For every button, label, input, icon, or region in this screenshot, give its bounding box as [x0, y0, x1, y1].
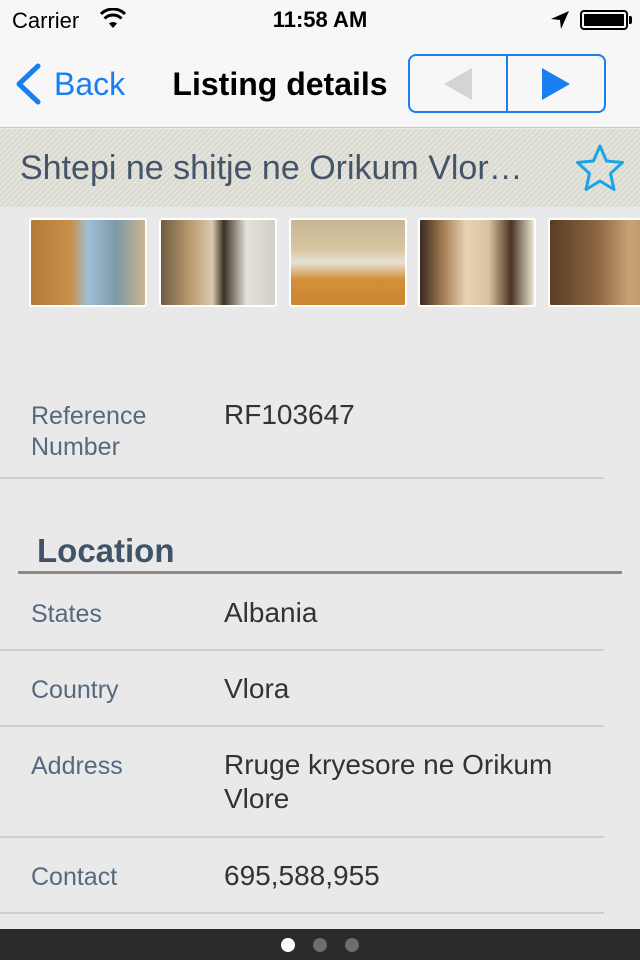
previous-listing-button[interactable] [410, 56, 506, 111]
states-label: States [31, 600, 102, 628]
address-label: Address [31, 752, 123, 780]
reference-number-label: Reference Number [31, 402, 147, 461]
address-row: Address Rruge kryesore ne Orikum Vlore [0, 727, 604, 838]
clock: 11:58 AM [272, 7, 368, 32]
status-bar: Carrier 11:58 AM [0, 0, 640, 40]
reference-number-row: Reference Number RF103647 [0, 395, 604, 479]
listing-title-banner: Shtepi ne shitje ne Orikum Vlor… [0, 129, 640, 207]
contact-label: Contact [31, 863, 118, 891]
page-dot[interactable] [345, 938, 359, 952]
location-heading: Location [37, 532, 175, 569]
contact-value[interactable]: 695,588,955 [224, 859, 380, 893]
battery-icon [580, 10, 628, 30]
photo-thumbnail[interactable] [159, 218, 277, 307]
chevron-left-icon [16, 63, 41, 105]
country-label: Country [31, 676, 119, 704]
page-dot[interactable] [281, 938, 295, 952]
address-value: Rruge kryesore ne Orikum Vlore [224, 749, 553, 814]
photo-thumbnail[interactable] [289, 218, 407, 307]
next-listing-button[interactable] [506, 56, 604, 111]
page-title: Listing details [172, 66, 388, 102]
reference-number-value: RF103647 [224, 399, 355, 430]
back-button[interactable]: Back [14, 62, 125, 106]
page-dot[interactable] [313, 938, 327, 952]
navigation-bar: Back Listing details [0, 40, 640, 128]
triangle-right-icon [542, 67, 570, 100]
country-value: Vlora [224, 673, 290, 704]
favorite-button[interactable] [574, 143, 626, 193]
country-row: Country Vlora [0, 651, 604, 727]
battery-tip [629, 16, 632, 24]
star-icon [576, 144, 624, 191]
location-arrow-icon [551, 11, 569, 29]
triangle-left-icon [444, 67, 472, 100]
listing-navigation-segmented-control [408, 54, 606, 113]
contact-row: Contact 695,588,955 [0, 838, 604, 914]
states-value: Albania [224, 597, 318, 628]
page-control [0, 938, 640, 952]
photo-thumbnail[interactable] [29, 218, 147, 307]
photo-thumbnail[interactable] [548, 218, 640, 307]
page-control-bar [0, 929, 640, 960]
back-button-label: Back [54, 65, 126, 102]
states-row: States Albania [0, 576, 604, 651]
location-section-header: Location [18, 530, 622, 574]
listing-title: Shtepi ne shitje ne Orikum Vlor… [20, 149, 523, 187]
photo-thumbnail[interactable] [418, 218, 536, 307]
photo-gallery [0, 218, 640, 308]
